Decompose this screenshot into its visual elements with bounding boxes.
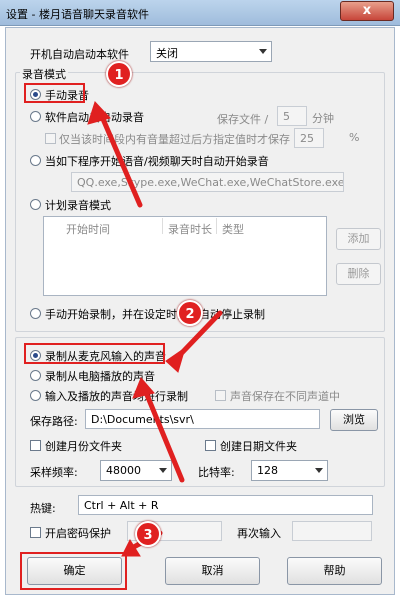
arrow-2b-shaft	[142, 387, 185, 483]
arrow-1-head	[87, 101, 111, 125]
arrow-2-head	[165, 346, 186, 373]
annotation-badge-1: 1	[106, 61, 132, 87]
annotation-arrows	[87, 101, 223, 557]
arrow-2b-head	[132, 377, 155, 399]
annotation-badge-3: 3	[135, 521, 161, 547]
annotation-badge-2: 2	[177, 300, 203, 326]
arrow-1-shaft	[97, 109, 143, 208]
